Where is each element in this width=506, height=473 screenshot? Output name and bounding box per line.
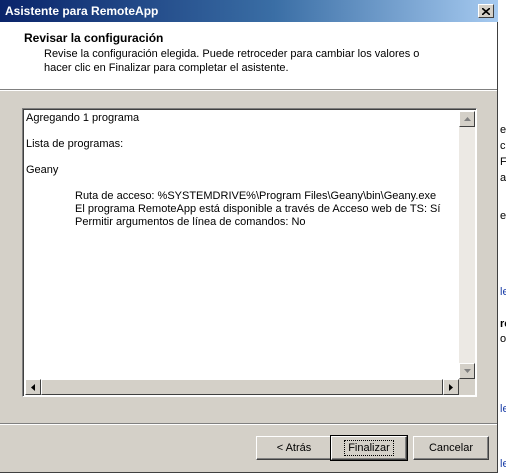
description-line: Revise la configuración elegida. Puede r…: [44, 48, 420, 60]
description-line: hacer clic en Finalizar para completar e…: [44, 62, 289, 74]
back-button-label: < Atrás: [276, 442, 312, 454]
bg-fragment: e: [500, 124, 506, 136]
finish-button[interactable]: Finalizar: [330, 435, 408, 461]
title-bar[interactable]: Asistente para RemoteApp: [0, 0, 498, 22]
summary-line: Lista de programas:: [26, 138, 124, 150]
summary-text: Agregando 1 programa Lista de programas:…: [26, 112, 459, 377]
bg-fragment: e: [500, 210, 506, 222]
header-divider: [0, 90, 497, 91]
background-window: e c F a e le ro o le le: [497, 0, 506, 473]
horizontal-scrollbar[interactable]: [25, 379, 459, 395]
scroll-down-button[interactable]: [459, 363, 475, 379]
arrow-down-icon: [463, 369, 471, 373]
bg-fragment: a: [500, 172, 506, 184]
bg-fragment: c: [500, 140, 506, 152]
summary-line: [26, 125, 459, 138]
remoteapp-wizard-dialog: Asistente para RemoteApp Revisar la conf…: [0, 0, 498, 473]
scroll-up-button[interactable]: [459, 111, 475, 127]
bg-fragment: o: [500, 333, 506, 345]
bg-fragment: ro: [500, 318, 506, 330]
program-detail: El programa RemoteApp está disponible a …: [75, 203, 441, 215]
cancel-button-label: Cancelar: [428, 442, 474, 454]
arrow-up-icon: [463, 117, 471, 121]
summary-line: Agregando 1 programa: [26, 112, 140, 124]
arrow-left-icon: [31, 383, 35, 391]
page-title: Revisar la configuración: [24, 31, 164, 45]
page-description: Revise la configuración elegida. Puede r…: [44, 47, 464, 75]
close-button[interactable]: [478, 4, 494, 18]
finish-button-label: Finalizar: [344, 440, 394, 456]
back-button[interactable]: < Atrás: [256, 436, 332, 460]
wizard-header: Revisar la configuración Revise la confi…: [0, 22, 497, 90]
scroll-right-button[interactable]: [443, 379, 459, 395]
bg-fragment: le: [500, 286, 506, 298]
program-detail: Ruta de acceso: %SYSTEMDRIVE%\Program Fi…: [75, 190, 437, 202]
summary-spacer: [26, 177, 459, 190]
configuration-summary-box[interactable]: Agregando 1 programa Lista de programas:…: [22, 108, 477, 397]
horizontal-scroll-thumb[interactable]: [41, 379, 443, 395]
close-icon: [482, 7, 490, 15]
cancel-button[interactable]: Cancelar: [413, 436, 489, 460]
scrollbar-corner: [459, 379, 475, 395]
bg-fragment: le: [500, 403, 506, 415]
vertical-scrollbar[interactable]: [459, 111, 475, 379]
bg-fragment: F: [500, 156, 506, 168]
program-name: Geany: [26, 164, 59, 176]
summary-line: [26, 151, 459, 164]
arrow-right-icon: [449, 383, 453, 391]
footer-divider: [0, 423, 497, 425]
window-title: Asistente para RemoteApp: [5, 4, 159, 18]
bg-fragment: le: [500, 458, 506, 470]
program-detail: Permitir argumentos de línea de comandos…: [75, 216, 306, 228]
scroll-left-button[interactable]: [25, 379, 41, 395]
